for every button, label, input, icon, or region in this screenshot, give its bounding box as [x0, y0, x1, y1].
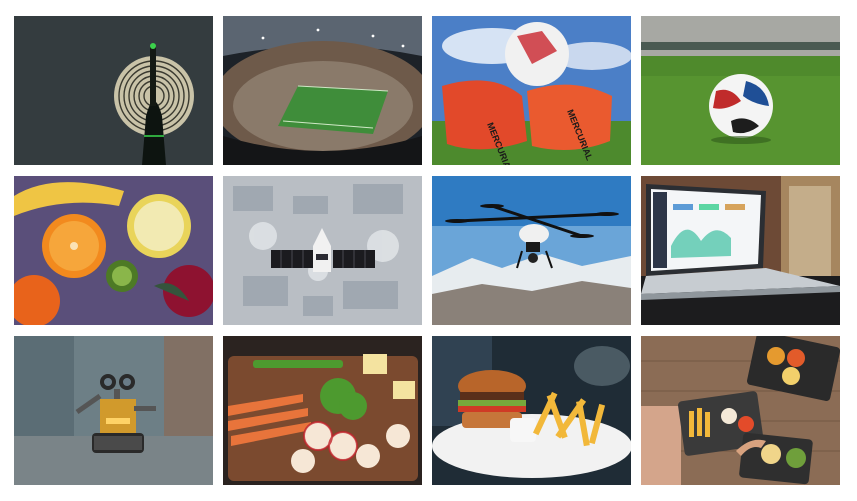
tile-table-with-snacks[interactable] — [641, 336, 840, 485]
boots-and-ball-image: MERCURIAL MERCURIAL — [432, 16, 631, 165]
lightpainting-tower-image — [14, 16, 213, 165]
tile-ball-on-pitch[interactable] — [641, 16, 840, 165]
ball-on-pitch-image — [641, 16, 840, 165]
tile-vegetables-cutting-board[interactable] — [223, 336, 422, 485]
table-with-snacks-image — [641, 336, 840, 485]
tile-laptop-dashboard[interactable] — [641, 176, 840, 325]
tile-burger-and-fries[interactable] — [432, 336, 631, 485]
image-gallery: MERCURIAL MERCURIAL — [0, 0, 857, 501]
drone-over-mountains-image — [432, 176, 631, 325]
football-stadium-image — [223, 16, 422, 165]
tile-satellite-over-earth[interactable] — [223, 176, 422, 325]
burger-and-fries-image — [432, 336, 631, 485]
vegetables-cutting-board-image — [223, 336, 422, 485]
tile-citrus-fruits[interactable] — [14, 176, 213, 325]
tile-drone-over-mountains[interactable] — [432, 176, 631, 325]
tile-football-stadium[interactable] — [223, 16, 422, 165]
toy-robot-image — [14, 336, 213, 485]
tile-toy-robot[interactable] — [14, 336, 213, 485]
satellite-over-earth-image — [223, 176, 422, 325]
tile-boots-and-ball[interactable]: MERCURIAL MERCURIAL — [432, 16, 631, 165]
citrus-fruits-image — [14, 176, 213, 325]
laptop-dashboard-image — [641, 176, 840, 325]
tile-lightpainting-tower[interactable] — [14, 16, 213, 165]
